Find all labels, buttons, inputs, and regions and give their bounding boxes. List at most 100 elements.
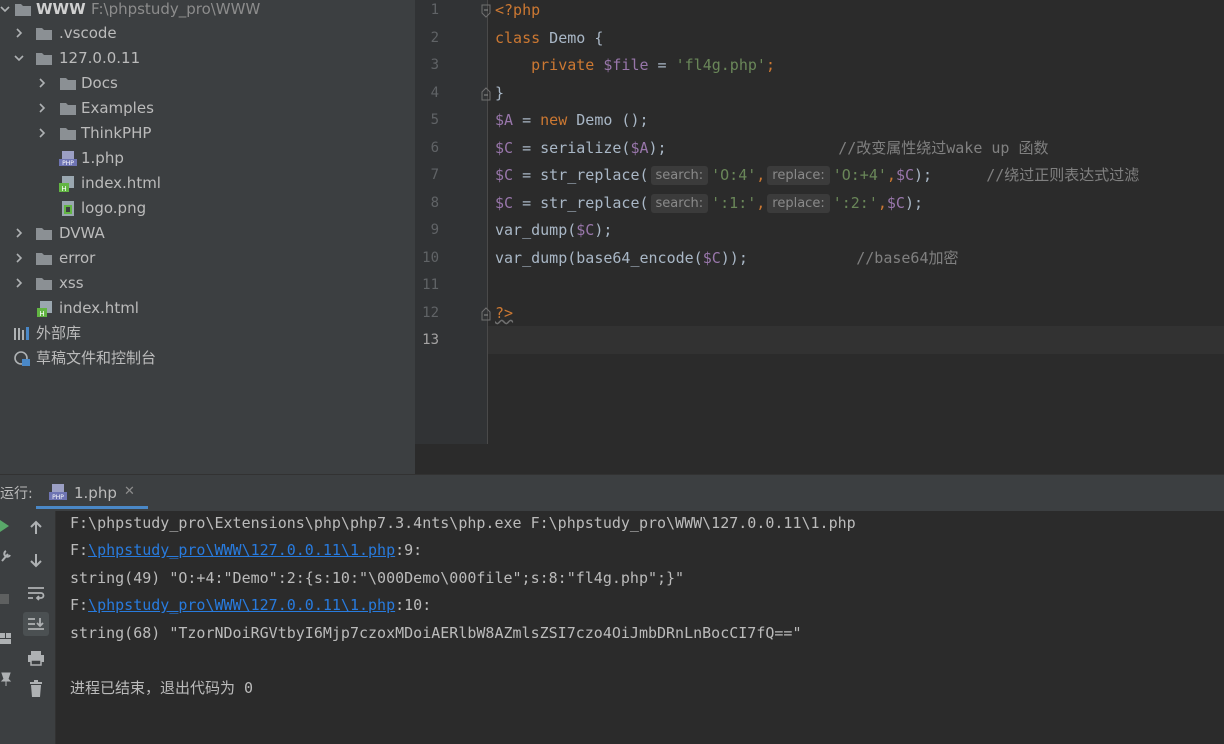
fold-marker-icon[interactable] bbox=[480, 307, 492, 321]
folder-icon bbox=[36, 28, 52, 40]
wrench-icon[interactable] bbox=[0, 549, 12, 563]
tree-item-error[interactable]: error bbox=[0, 246, 415, 271]
layout-icon[interactable] bbox=[0, 631, 12, 645]
tree-item-label: xss bbox=[59, 274, 84, 292]
run-tab-1-php[interactable]: PHP 1.php ✕ bbox=[36, 475, 148, 509]
tree-root-name: WWW bbox=[36, 0, 86, 18]
tree-item-logo-png[interactable]: logo.png bbox=[0, 196, 415, 221]
console-line: F:\phpstudy_pro\Extensions\php\php7.3.4n… bbox=[70, 514, 856, 532]
line-number: 6 bbox=[430, 140, 439, 156]
scratches-icon bbox=[14, 351, 30, 366]
run-toolwindow-header: 运行: PHP 1.php ✕ bbox=[0, 474, 1224, 512]
chevron-right-icon[interactable] bbox=[37, 96, 49, 121]
arrow-down-icon bbox=[30, 554, 42, 568]
tree-item-127-0-0-11[interactable]: 127.0.0.11 bbox=[0, 46, 415, 71]
soft-wrap-button[interactable] bbox=[23, 581, 49, 605]
string-literal: 'O:+4' bbox=[832, 166, 887, 184]
library-icon bbox=[14, 327, 29, 340]
tree-item-label: DVWA bbox=[59, 224, 105, 242]
keyword: new bbox=[540, 111, 568, 129]
tree-root-path: F:\phpstudy_pro\WWW bbox=[91, 0, 261, 18]
variable: $C bbox=[576, 221, 595, 239]
code-line-8: $C = str_replace(search: ':1:', replace: ':… bbox=[495, 190, 923, 217]
scroll-to-end-button[interactable] bbox=[23, 612, 49, 636]
comma: , bbox=[886, 166, 896, 184]
tree-item-1-php[interactable]: PHP 1.php bbox=[0, 146, 415, 171]
tree-item-root-index-html[interactable]: H index.html bbox=[0, 296, 415, 321]
tree-item-external-libraries[interactable]: 外部库 bbox=[0, 321, 415, 346]
chevron-right-icon[interactable] bbox=[37, 71, 49, 96]
chevron-down-icon[interactable] bbox=[14, 46, 26, 71]
code-text: = bbox=[513, 111, 541, 129]
variable: $C bbox=[495, 166, 514, 184]
keyword: class bbox=[495, 29, 541, 47]
clear-all-button[interactable] bbox=[23, 677, 49, 701]
project-tree: WWW F:\phpstudy_pro\WWW .vscode 127.0.0.… bbox=[0, 0, 415, 474]
tree-item-label: Examples bbox=[81, 99, 154, 117]
tree-item-dvwa[interactable]: DVWA bbox=[0, 221, 415, 246]
php-open-tag: <?php bbox=[495, 1, 541, 19]
tree-root-www[interactable]: WWW F:\phpstudy_pro\WWW bbox=[0, 0, 415, 22]
file-link[interactable]: \phpstudy_pro\WWW\127.0.0.11\1.php bbox=[88, 596, 395, 614]
variable: $C bbox=[886, 194, 905, 212]
tree-item-label: 1.php bbox=[81, 149, 124, 167]
code-line-12: ?> bbox=[495, 300, 513, 327]
folder-icon bbox=[60, 128, 76, 140]
line-number: 11 bbox=[422, 277, 439, 293]
tree-item-scratches[interactable]: 草稿文件和控制台 bbox=[0, 346, 415, 371]
chevron-right-icon[interactable] bbox=[14, 246, 26, 271]
scroll-up-button[interactable] bbox=[23, 516, 49, 540]
parameter-hint: search: bbox=[650, 166, 709, 185]
fold-marker-icon[interactable] bbox=[480, 4, 492, 18]
scroll-to-end-icon bbox=[28, 618, 44, 630]
stop-icon[interactable] bbox=[0, 593, 10, 605]
chevron-down-icon[interactable] bbox=[0, 0, 12, 22]
chevron-right-icon[interactable] bbox=[14, 271, 26, 296]
variable: $C bbox=[895, 166, 914, 184]
line-number: 8 bbox=[430, 195, 439, 211]
tree-item-label: .vscode bbox=[59, 24, 117, 42]
soft-wrap-icon bbox=[28, 587, 45, 601]
console-text: :10: bbox=[395, 596, 432, 614]
keyword: private bbox=[531, 56, 595, 74]
tree-item-xss[interactable]: xss bbox=[0, 271, 415, 296]
tree-item-thinkphp[interactable]: ThinkPHP bbox=[0, 121, 415, 146]
tree-item-vscode[interactable]: .vscode bbox=[0, 21, 415, 46]
html-file-icon: H bbox=[37, 301, 52, 317]
line-number: 7 bbox=[430, 167, 439, 183]
console-text: F: bbox=[70, 596, 89, 614]
run-label: 运行: bbox=[0, 486, 33, 502]
image-file-icon bbox=[62, 201, 74, 216]
console-line: string(49) "O:+4:"Demo":2:{s:10:"\000Dem… bbox=[70, 569, 685, 587]
file-link[interactable]: \phpstudy_pro\WWW\127.0.0.11\1.php bbox=[88, 541, 395, 559]
chevron-right-icon[interactable] bbox=[14, 221, 26, 246]
tree-item-label: 草稿文件和控制台 bbox=[36, 349, 157, 367]
pin-icon[interactable] bbox=[0, 671, 12, 687]
scroll-down-button[interactable] bbox=[23, 548, 49, 572]
fold-marker-icon[interactable] bbox=[480, 87, 492, 101]
code-text: } bbox=[495, 84, 505, 102]
console-text: :9: bbox=[395, 541, 423, 559]
svg-text:PHP: PHP bbox=[62, 160, 74, 167]
code-text: = bbox=[648, 56, 676, 74]
code-line-4: } bbox=[495, 80, 504, 107]
code-text: var_dump(base64_encode( bbox=[495, 249, 703, 267]
svg-text:H: H bbox=[39, 310, 44, 317]
chevron-right-icon[interactable] bbox=[14, 21, 26, 46]
rerun-icon[interactable] bbox=[0, 519, 10, 533]
string-literal: 'O:4' bbox=[711, 166, 757, 184]
close-icon[interactable]: ✕ bbox=[124, 484, 135, 499]
variable: $A bbox=[630, 139, 649, 157]
code-line-3: private $file = 'fl4g.php'; bbox=[495, 52, 775, 79]
print-icon bbox=[28, 651, 44, 666]
tree-item-index-html[interactable]: H index.html bbox=[0, 171, 415, 196]
print-button[interactable] bbox=[23, 646, 49, 670]
tree-item-docs[interactable]: Docs bbox=[0, 71, 415, 96]
chevron-right-icon[interactable] bbox=[37, 121, 49, 146]
console-side-toolbar bbox=[16, 511, 56, 744]
code-text: = str_replace( bbox=[513, 194, 649, 212]
arrow-up-icon bbox=[30, 520, 42, 534]
tree-item-examples[interactable]: Examples bbox=[0, 96, 415, 121]
